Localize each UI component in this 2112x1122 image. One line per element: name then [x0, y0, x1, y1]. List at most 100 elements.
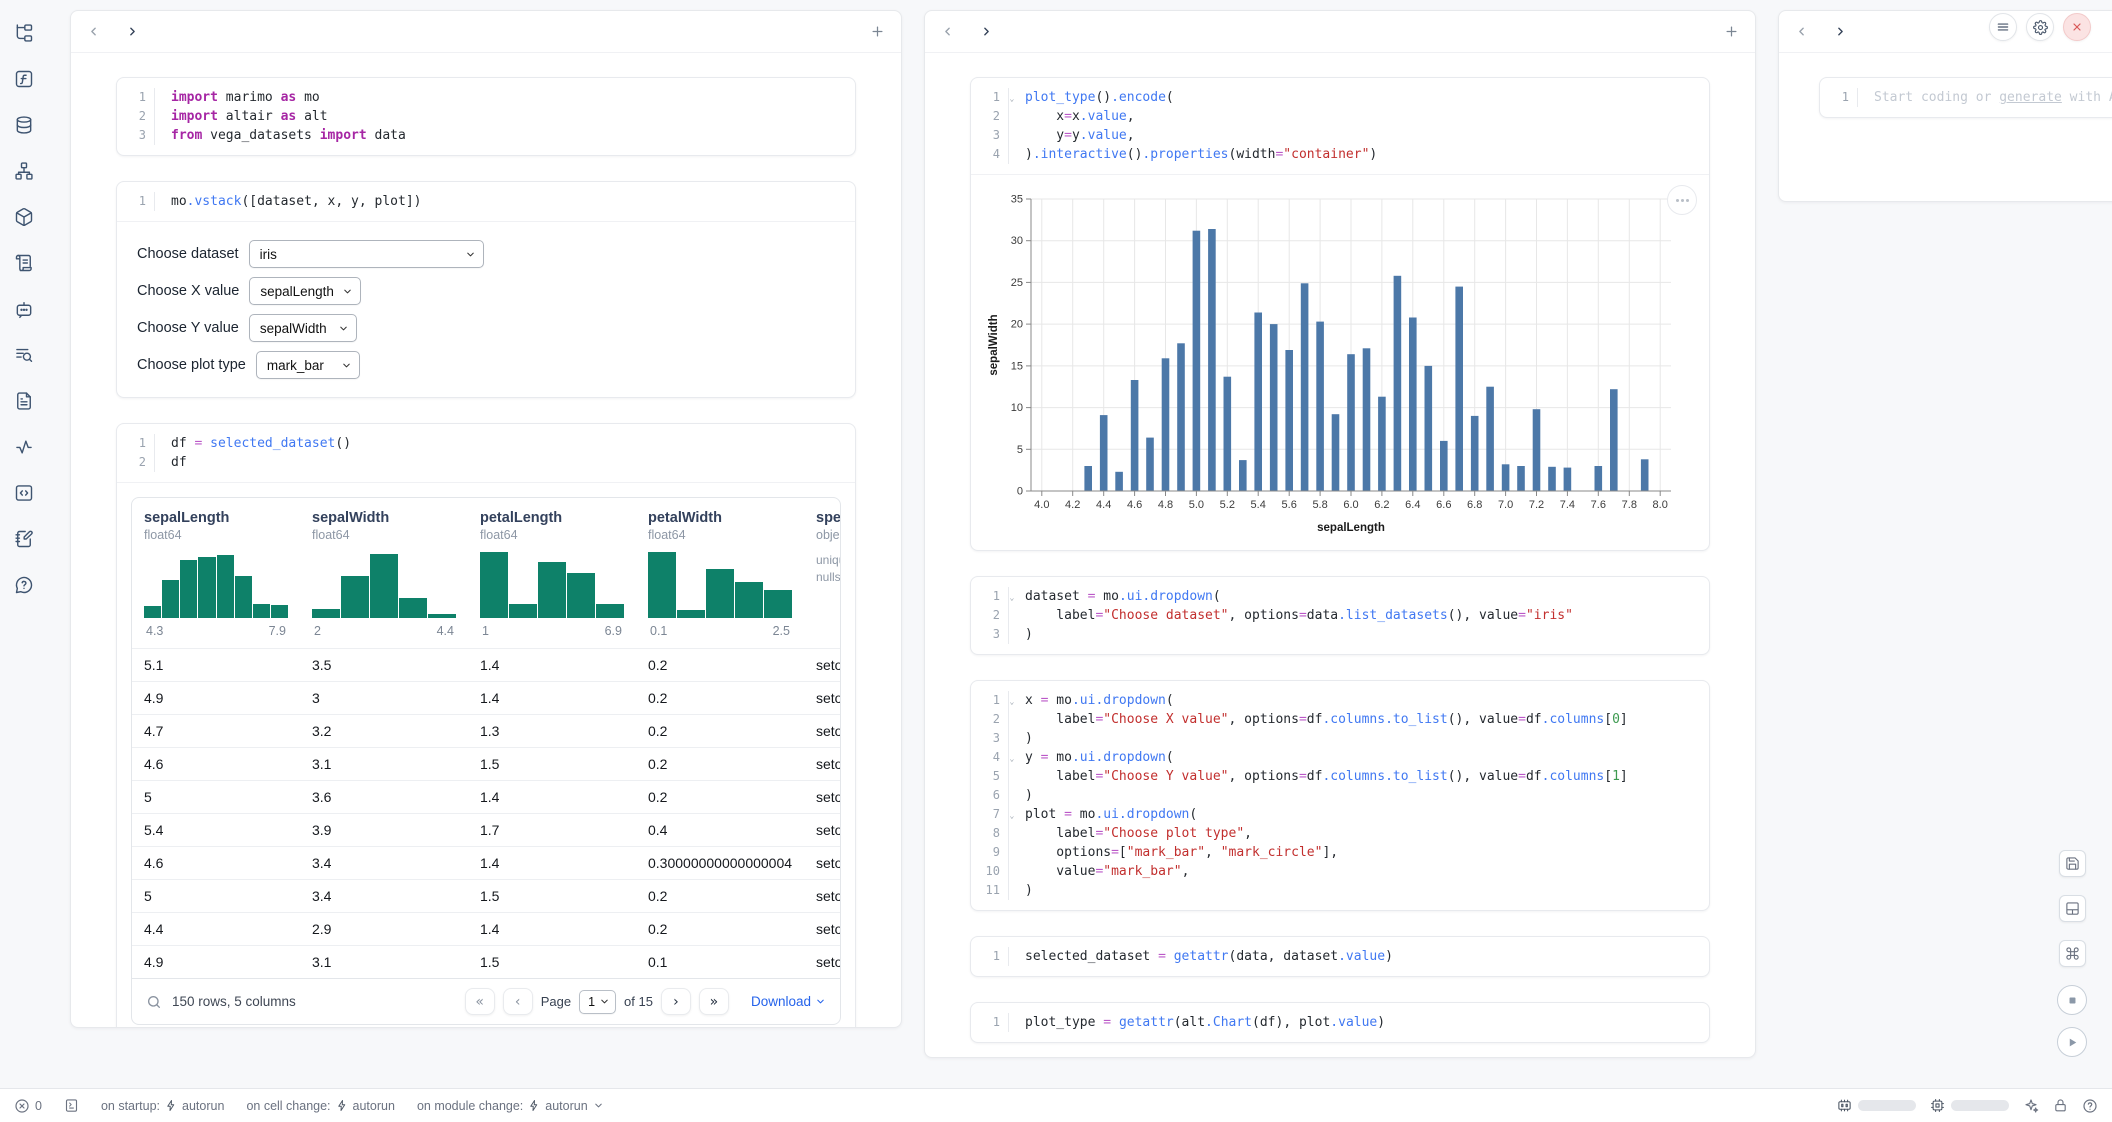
save-button[interactable]: [2059, 850, 2086, 877]
download-button[interactable]: Download: [751, 994, 826, 1009]
sidebar-package-button[interactable]: [9, 202, 39, 232]
code-cell-vstack[interactable]: 1mo.vstack([dataset, x, y, plot]) Choose…: [116, 181, 856, 398]
code-line[interactable]: 2import altair as alt: [117, 107, 855, 126]
code-line[interactable]: 2 x=x.value,: [971, 107, 1709, 126]
code-line[interactable]: 4).interactive().properties(width="conta…: [971, 145, 1709, 164]
nav-back-button[interactable]: [941, 25, 954, 38]
column-header[interactable]: sepalLengthfloat64: [132, 498, 300, 542]
code-line[interactable]: 1⌄dataset = mo.ui.dropdown(: [971, 587, 1709, 606]
add-cell-button[interactable]: [870, 24, 885, 39]
code-cell-plot-type[interactable]: 1plot_type = getattr(alt.Chart(df), plot…: [970, 1002, 1710, 1043]
code-line[interactable]: 1 Start coding or generate with AI: [1820, 88, 2112, 107]
sidebar-activity-button[interactable]: [9, 432, 39, 462]
column-header[interactable]: petalWidthfloat64: [636, 498, 804, 542]
cpu-meter[interactable]: [1930, 1098, 2009, 1113]
code-line[interactable]: 2 label="Choose dataset", options=data.l…: [971, 606, 1709, 625]
nav-forward-button[interactable]: [126, 25, 139, 38]
add-cell-button[interactable]: [1724, 24, 1739, 39]
code-line[interactable]: 3): [971, 625, 1709, 644]
run-button[interactable]: [2057, 1027, 2087, 1057]
sidebar-document-button[interactable]: [9, 386, 39, 416]
code-line[interactable]: 9 options=["mark_bar", "mark_circle"],: [971, 843, 1709, 862]
code-line[interactable]: 6): [971, 786, 1709, 805]
table-scroll-area[interactable]: sepalLengthfloat64sepalWidthfloat64petal…: [132, 498, 840, 978]
memory-meter[interactable]: [1837, 1098, 1916, 1113]
code-line[interactable]: 3 y=y.value,: [971, 126, 1709, 145]
first-page-button[interactable]: «: [465, 988, 495, 1015]
close-button[interactable]: [2063, 13, 2091, 41]
help-button[interactable]: [2082, 1098, 2098, 1114]
code-cell-dataframe[interactable]: 1df = selected_dataset()2df sepalLengthf…: [116, 423, 856, 1027]
table-cell: 0.2: [636, 780, 804, 813]
column-histogram: [144, 552, 288, 618]
sidebar-help-button[interactable]: [9, 570, 39, 600]
code-line[interactable]: 1⌄x = mo.ui.dropdown(: [971, 691, 1709, 710]
code-line[interactable]: 11): [971, 881, 1709, 900]
next-page-button[interactable]: ›: [661, 988, 691, 1015]
code-line[interactable]: 5 label="Choose Y value", options=df.col…: [971, 767, 1709, 786]
code-line[interactable]: 1mo.vstack([dataset, x, y, plot]): [117, 192, 855, 211]
sidebar-dependency-graph-button[interactable]: [9, 156, 39, 186]
code-cell-plot[interactable]: 1⌄plot_type().encode(2 x=x.value,3 y=y.v…: [970, 77, 1710, 551]
code-line[interactable]: 1df = selected_dataset(): [117, 434, 855, 453]
column-header[interactable]: petalLengthfloat64: [468, 498, 636, 542]
terminal-button[interactable]: [64, 1098, 79, 1113]
code-line[interactable]: 1selected_dataset = getattr(data, datase…: [971, 947, 1709, 966]
code-line[interactable]: 8 label="Choose plot type",: [971, 824, 1709, 843]
code-line[interactable]: 2 label="Choose X value", options=df.col…: [971, 710, 1709, 729]
sidebar-snippets-button[interactable]: [9, 478, 39, 508]
code-line[interactable]: 7⌄plot = mo.ui.dropdown(: [971, 805, 1709, 824]
dataset-select[interactable]: iris: [249, 240, 484, 268]
nav-back-button[interactable]: [1795, 25, 1808, 38]
code-line[interactable]: 2df: [117, 453, 855, 472]
prev-page-button[interactable]: ‹: [503, 988, 533, 1015]
nav-back-button[interactable]: [87, 25, 100, 38]
sidebar-chatbot-button[interactable]: [9, 294, 39, 324]
nav-forward-button[interactable]: [980, 25, 993, 38]
layout-button[interactable]: [2059, 895, 2086, 922]
menu-button[interactable]: [1989, 13, 2017, 41]
stop-button[interactable]: [2057, 985, 2087, 1015]
code-line[interactable]: 3from vega_datasets import data: [117, 126, 855, 145]
page-select[interactable]: 1: [579, 990, 616, 1014]
ai-button[interactable]: [2023, 1098, 2039, 1114]
settings-button[interactable]: [2026, 13, 2054, 41]
generate-link[interactable]: generate: [1999, 90, 2062, 105]
code-line[interactable]: 10 value="mark_bar",: [971, 862, 1709, 881]
chart-menu-button[interactable]: [1667, 185, 1697, 215]
lock-button[interactable]: [2053, 1098, 2068, 1113]
sidebar-script-button[interactable]: [9, 248, 39, 278]
sidebar-scratchpad-button[interactable]: [9, 524, 39, 554]
shortcuts-button[interactable]: [2059, 940, 2086, 967]
sidebar-function-button[interactable]: [9, 64, 39, 94]
y-value-select[interactable]: sepalWidth: [249, 314, 357, 342]
code-cell-xy-plot-dropdowns[interactable]: 1⌄x = mo.ui.dropdown(2 label="Choose X v…: [970, 680, 1710, 911]
search-icon[interactable]: [146, 994, 162, 1010]
error-count[interactable]: 0: [14, 1098, 42, 1114]
autorun-setting-0[interactable]: on startup: autorun: [101, 1099, 224, 1113]
table-cell: 4.9: [132, 945, 300, 978]
table-cell: 5: [132, 879, 300, 912]
code-cell-dataset-dropdown[interactable]: 1⌄dataset = mo.ui.dropdown(2 label="Choo…: [970, 576, 1710, 655]
x-value-select[interactable]: sepalLength: [249, 277, 361, 305]
autorun-setting-2[interactable]: on module change: autorun: [417, 1099, 604, 1113]
column-header[interactable]: speciesobject: [804, 498, 840, 542]
nav-forward-button[interactable]: [1834, 25, 1847, 38]
code-line[interactable]: 1⌄plot_type().encode(: [971, 88, 1709, 107]
code-cell-imports[interactable]: 1import marimo as mo2import altair as al…: [116, 77, 856, 156]
sidebar-search-list-button[interactable]: [9, 340, 39, 370]
empty-code-cell[interactable]: 1 Start coding or generate with AI: [1819, 77, 2112, 118]
autorun-setting-1[interactable]: on cell change: autorun: [246, 1099, 395, 1113]
code-line[interactable]: 1plot_type = getattr(alt.Chart(df), plot…: [971, 1013, 1709, 1032]
sidebar-file-tree-button[interactable]: [9, 18, 39, 48]
code-line[interactable]: 4⌄y = mo.ui.dropdown(: [971, 748, 1709, 767]
altair-bar-chart[interactable]: 4.04.24.44.64.85.05.25.45.65.86.06.26.46…: [985, 187, 1685, 539]
sidebar-database-button[interactable]: [9, 110, 39, 140]
code-editor-placeholder[interactable]: Start coding or generate with AI: [1858, 88, 2112, 107]
code-cell-selected-dataset[interactable]: 1selected_dataset = getattr(data, datase…: [970, 936, 1710, 977]
column-header[interactable]: sepalWidthfloat64: [300, 498, 468, 542]
last-page-button[interactable]: »: [699, 988, 729, 1015]
plot-type-select[interactable]: mark_bar: [256, 351, 360, 379]
code-line[interactable]: 3): [971, 729, 1709, 748]
code-line[interactable]: 1import marimo as mo: [117, 88, 855, 107]
